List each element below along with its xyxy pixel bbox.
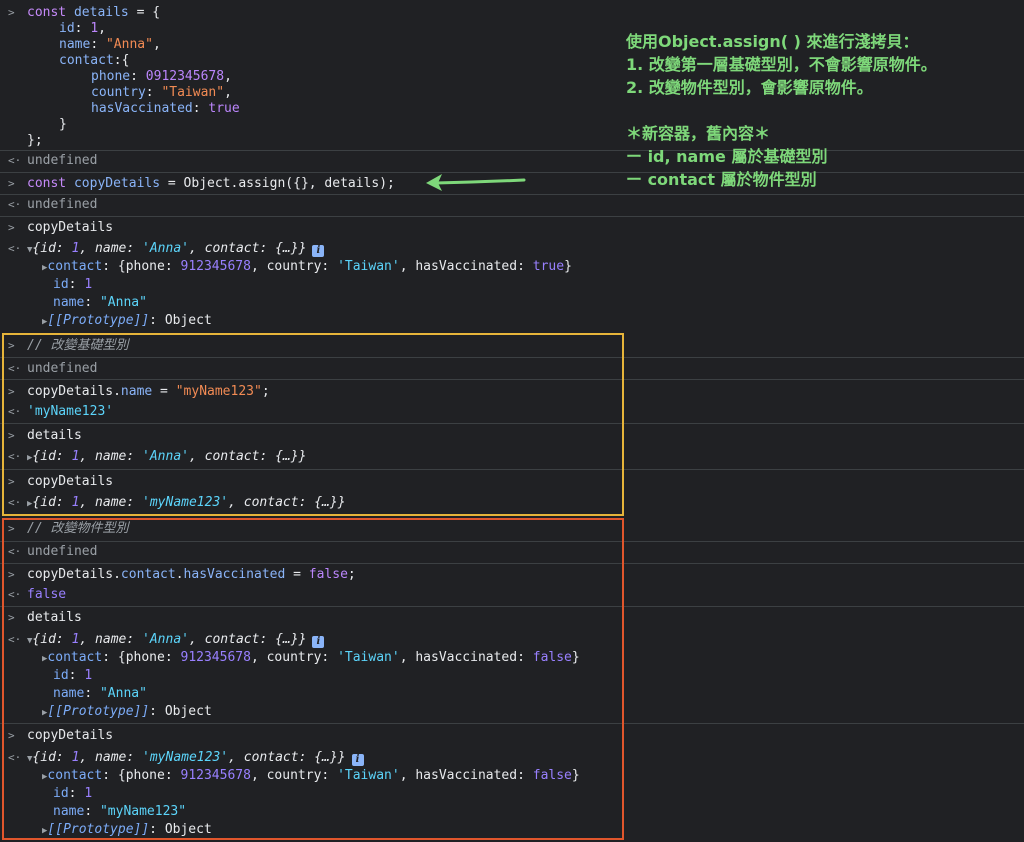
highlight-box-yellow (2, 333, 624, 516)
return-arrow-icon: <· (8, 154, 22, 167)
chevron-right-icon: > (8, 177, 15, 190)
highlight-box-orange (2, 518, 624, 840)
info-icon[interactable]: i (312, 245, 325, 257)
return-arrow-icon: <· (8, 198, 22, 211)
object-prototype[interactable]: ▶[[Prototype]]: Object (42, 312, 212, 331)
chevron-right-icon: > (8, 221, 15, 234)
annotation-arrow-icon (426, 174, 526, 191)
return-arrow-icon: <· (8, 242, 22, 255)
console-result: <· undefined (0, 194, 1024, 216)
code-line: hasVaccinated: true (91, 101, 240, 116)
annotation-note: 使用Object.assign( ) 來進行淺拷貝： 1. 改變第一層基礎型別，不… (626, 32, 937, 189)
object-summary[interactable]: ▼{id: 1, name: 'Anna', contact: {…}} i (27, 240, 325, 259)
code-line: }; (27, 133, 43, 148)
object-property: name: "Anna" (53, 295, 147, 310)
object-property: id: 1 (53, 277, 93, 292)
console-entry: > copyDetails <· ▼{id: 1, name: 'Anna', … (0, 216, 1024, 333)
code-line: } (59, 117, 67, 132)
chevron-right-icon: > (8, 6, 15, 19)
code-line: const copyDetails = Object.assign({}, de… (27, 176, 395, 191)
object-property[interactable]: ▶contact: {phone: 912345678, country: 'T… (42, 258, 572, 277)
